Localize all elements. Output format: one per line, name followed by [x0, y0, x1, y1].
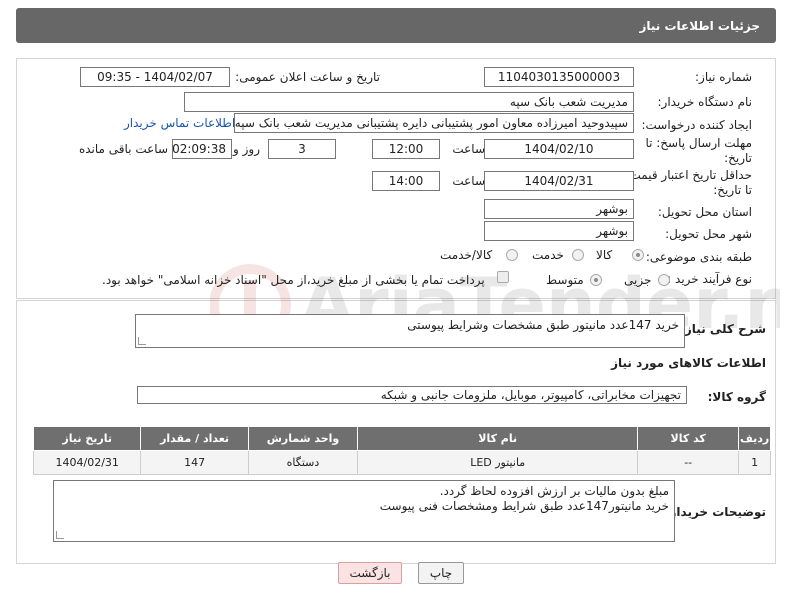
col-unit-header: واحد شمارش	[247, 426, 359, 451]
purchase-radio-medium[interactable]	[590, 274, 602, 286]
province-field: بوشهر	[484, 199, 634, 219]
cell-code: --	[637, 450, 740, 475]
purchase-radio-minor[interactable]	[658, 274, 670, 286]
cell-date: 1404/02/31	[32, 450, 142, 475]
page-title: جزئیات اطلاعات نیاز	[639, 18, 760, 33]
back-button[interactable]: بازگشت	[338, 562, 402, 584]
reply-deadline-label-2: تاریخ:	[724, 151, 752, 165]
validity-time-label: ساعت	[452, 174, 485, 188]
col-date-header: تاریخ نیاز	[32, 426, 142, 451]
table-row: 1 -- مانیتور LED دستگاه 147 1404/02/31	[32, 450, 771, 475]
category-radio-goods-service[interactable]	[506, 249, 518, 261]
category-option-goods: کالا	[596, 248, 613, 262]
category-radio-service[interactable]	[572, 249, 584, 261]
page-header: جزئیات اطلاعات نیاز	[16, 8, 776, 43]
print-button[interactable]: چاپ	[418, 562, 464, 584]
payment-note: پرداخت تمام یا بخشی از مبلغ خرید،از محل …	[102, 273, 485, 287]
purchase-option-minor: جزیی	[624, 273, 652, 287]
reply-time-field: 12:00	[372, 139, 440, 159]
days-field: 3	[268, 139, 336, 159]
need-desc-label: شرح کلی نیاز:	[680, 322, 766, 336]
buyer-org-label: نام دستگاه خریدار:	[657, 95, 753, 109]
goods-info-heading: اطلاعات کالاهای مورد نیاز	[611, 356, 766, 370]
need-number-label: شماره نیاز:	[695, 70, 752, 84]
cell-qty: 147	[140, 450, 249, 475]
category-option-service: خدمت	[532, 248, 564, 262]
announce-datetime-label: تاریخ و ساعت اعلان عمومی:	[235, 70, 380, 84]
treasury-payment-checkbox[interactable]	[497, 271, 509, 283]
reply-time-label: ساعت	[452, 142, 485, 156]
validity-time-field: 14:00	[372, 171, 440, 191]
remaining-time-field: 02:09:38	[172, 139, 232, 159]
purchase-option-medium: متوسط	[546, 273, 584, 287]
buyer-notes-text: مبلغ بدون مالیات بر ارزش افزوده لحاظ گرد…	[379, 484, 669, 513]
resize-grip-icon[interactable]	[138, 337, 146, 345]
col-row-header: ردیف	[738, 426, 771, 451]
remaining-label: ساعت باقی مانده	[78, 142, 168, 156]
buyer-org-field: مدیریت شعب بانک سپه	[184, 92, 634, 112]
reply-deadline-label: مهلت ارسال پاسخ: تا	[645, 136, 752, 150]
category-option-goods-service: کالا/خدمت	[440, 248, 493, 262]
cell-unit: دستگاه	[247, 450, 359, 475]
purchase-type-label: نوع فرآیند خرید :	[667, 272, 752, 286]
category-radio-goods[interactable]	[632, 249, 644, 261]
need-desc-text: خرید 147عدد مانیتور طبق مشخصات وشرایط پی…	[407, 318, 679, 332]
delivery-city-label: شهر محل تحویل:	[665, 227, 752, 241]
table-header-row: ردیف کد کالا نام کالا واحد شمارش تعداد /…	[32, 426, 771, 451]
need-number-field: 1104030135000003	[484, 67, 634, 87]
city-field: بوشهر	[484, 221, 634, 241]
col-code-header: کد کالا	[637, 426, 740, 451]
requester-field: سپیدوحید امیرزاده معاون امور پشتیبانی دا…	[234, 113, 634, 133]
requester-label: ایجاد کننده درخواست:	[641, 118, 752, 132]
goods-table: ردیف کد کالا نام کالا واحد شمارش تعداد /…	[32, 426, 771, 475]
reply-date-field: 1404/02/10	[484, 139, 634, 159]
buyer-contact-link[interactable]: اطلاعات تماس خریدار	[124, 116, 235, 130]
cell-name: مانیتور LED	[357, 450, 639, 475]
category-label: طبقه بندی موضوعی:	[645, 250, 752, 264]
need-desc-textarea: خرید 147عدد مانیتور طبق مشخصات وشرایط پی…	[135, 314, 685, 348]
resize-grip-icon[interactable]	[56, 531, 64, 539]
announce-datetime-field: 1404/02/07 - 09:35	[80, 67, 230, 87]
col-name-header: نام کالا	[357, 426, 639, 451]
delivery-province-label: استان محل تحویل:	[657, 205, 752, 219]
buyer-notes-textarea: مبلغ بدون مالیات بر ارزش افزوده لحاظ گرد…	[53, 480, 675, 542]
days-label: روز و	[233, 142, 260, 156]
goods-group-field: تجهیزات مخابراتی، کامپیوتر، موبایل، ملزو…	[137, 386, 687, 404]
buyer-notes-label: توضیحات خریدار:	[664, 505, 766, 519]
col-qty-header: تعداد / مقدار	[140, 426, 249, 451]
price-validity-label: حداقل تاریخ اعتبار قیمت:	[625, 168, 752, 182]
validity-date-field: 1404/02/31	[484, 171, 634, 191]
cell-row: 1	[738, 450, 771, 475]
price-validity-label-2: تا تاریخ:	[713, 183, 752, 197]
goods-group-label: گروه کالا:	[707, 390, 766, 404]
